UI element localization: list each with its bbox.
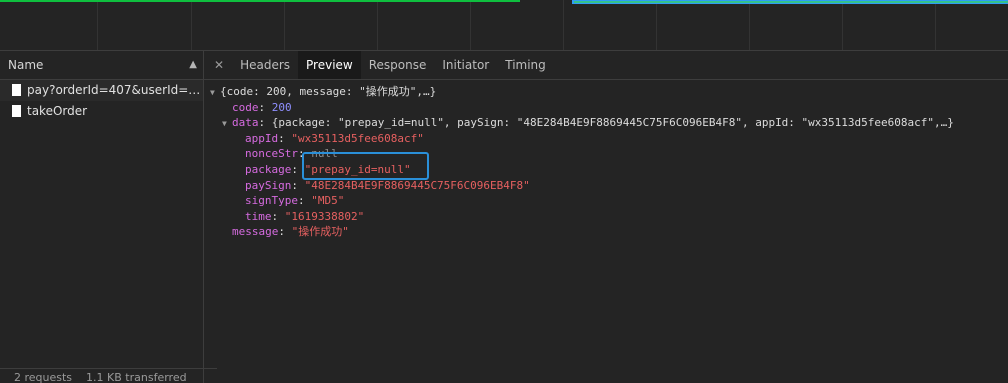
- tree-node-data[interactable]: ▼ data: {package: "prepay_id=null", paySi…: [204, 115, 1008, 131]
- request-count: 2 requests: [14, 371, 73, 383]
- request-row[interactable]: takeOrder: [0, 101, 203, 122]
- field-key: signType: [245, 194, 298, 208]
- request-name: takeOrder: [27, 104, 88, 118]
- request-detail-panel: ✕ Headers Preview Response Initiator Tim…: [204, 51, 1008, 383]
- timeline-overview[interactable]: [0, 0, 1008, 51]
- transferred-size: 1.1 KB transferred: [86, 371, 187, 383]
- code-value: 200: [271, 100, 292, 114]
- tab-preview[interactable]: Preview: [298, 51, 361, 79]
- tab-timing[interactable]: Timing: [497, 51, 554, 79]
- field-key: nonceStr: [245, 147, 298, 161]
- data-summary: {package: "prepay_id=null", paySign: "48…: [271, 116, 954, 130]
- field-value: "wx35113d5fee608acf": [291, 131, 424, 145]
- name-column-label: Name: [8, 58, 44, 72]
- sort-ascending-icon[interactable]: ▲: [189, 51, 197, 79]
- tree-field: time: "1619338802": [245, 209, 365, 223]
- tree-field: signType: "MD5": [245, 194, 345, 208]
- expand-triangle-icon[interactable]: ▼: [222, 116, 232, 132]
- close-icon[interactable]: ✕: [204, 51, 232, 79]
- message-value: "操作成功": [291, 225, 349, 239]
- field-value: "48E284B4E9F8869445C75F6C096EB4F8": [304, 178, 530, 192]
- code-key: code: [232, 100, 259, 114]
- field-value: "1619338802": [284, 209, 365, 223]
- network-status-bar: 2 requests 1.1 KB transferred: [0, 368, 217, 383]
- field-key: time: [245, 209, 272, 223]
- root-summary: {code: 200, message: "操作成功",…}: [220, 85, 437, 98]
- tree-node-message: message: "操作成功": [232, 225, 349, 239]
- tree-root[interactable]: ▼ {code: 200, message: "操作成功",…}: [204, 84, 1008, 100]
- request-name: pay?orderId=407&userId=27...: [27, 83, 203, 97]
- name-column-header[interactable]: Name ▲: [0, 51, 203, 80]
- field-key: appId: [245, 131, 279, 145]
- timeline-bar-request-2-download: [574, 1, 1008, 3]
- request-list-panel: Name ▲ pay?orderId=407&userId=27... take…: [0, 51, 217, 383]
- message-key: message: [232, 225, 279, 239]
- expand-triangle-icon[interactable]: ▼: [210, 85, 220, 101]
- document-icon: [12, 84, 21, 96]
- detail-tabs: ✕ Headers Preview Response Initiator Tim…: [204, 51, 1008, 80]
- annotation-highlight-box: [302, 152, 429, 180]
- tab-response[interactable]: Response: [361, 51, 435, 79]
- request-row[interactable]: pay?orderId=407&userId=27...: [0, 80, 203, 101]
- field-key: paySign: [245, 178, 292, 192]
- data-key: data: [232, 116, 259, 130]
- tree-field: appId: "wx35113d5fee608acf": [245, 131, 424, 145]
- timeline-bar-request-1: [0, 0, 520, 2]
- tree-node-code: code: 200: [232, 100, 292, 114]
- document-icon: [12, 105, 21, 117]
- field-value: "MD5": [311, 194, 345, 208]
- field-key: package: [245, 162, 292, 176]
- tab-headers[interactable]: Headers: [232, 51, 298, 79]
- tab-initiator[interactable]: Initiator: [434, 51, 497, 79]
